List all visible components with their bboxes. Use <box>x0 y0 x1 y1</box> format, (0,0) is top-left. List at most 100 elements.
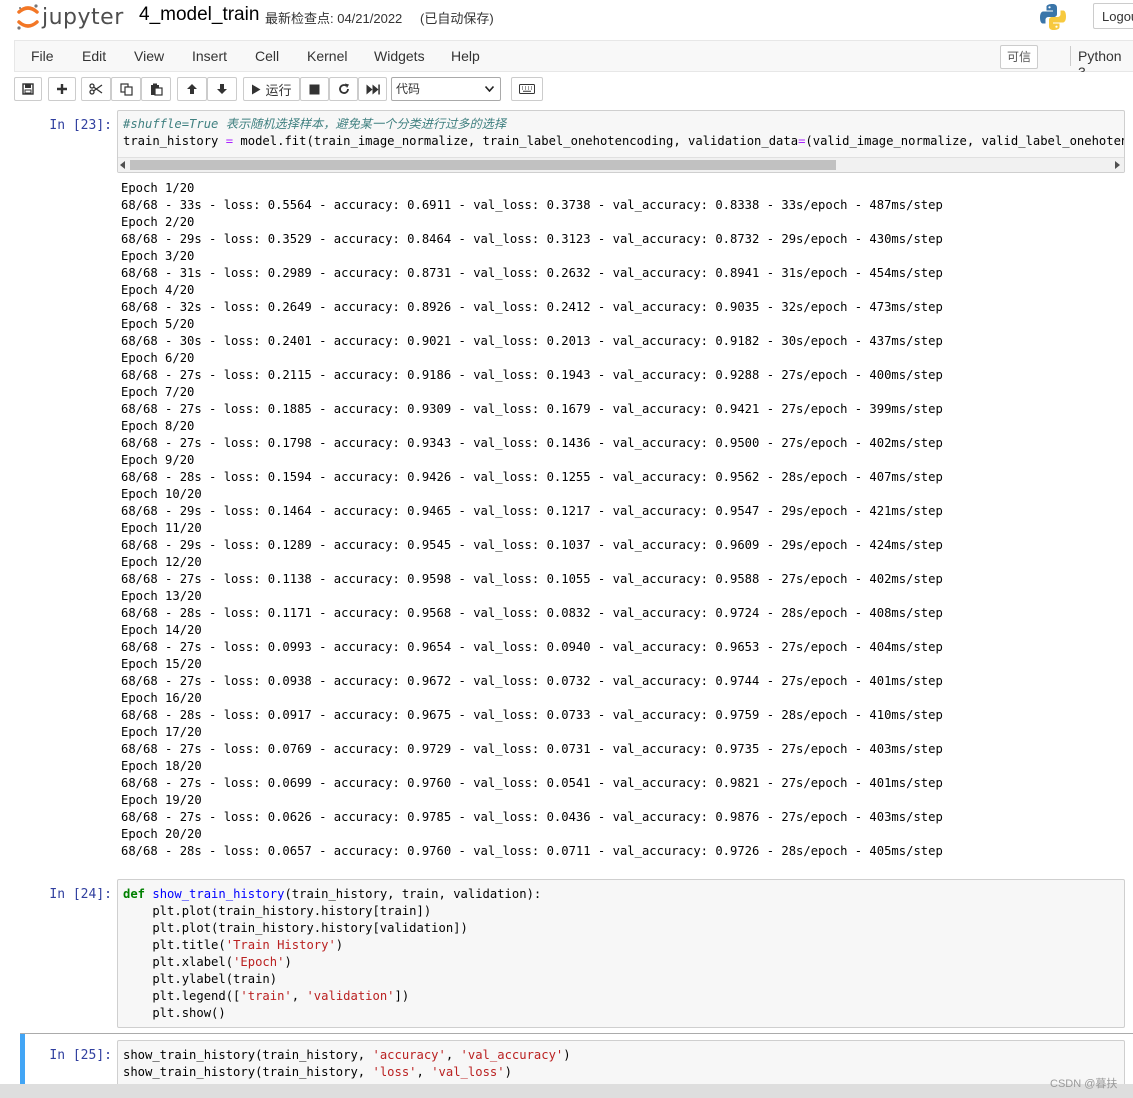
output-line: Epoch 11/20 <box>121 521 202 535</box>
output-line: Epoch 14/20 <box>121 623 202 637</box>
menu-help[interactable]: Help <box>451 48 480 64</box>
output-line: 68/68 - 27s - loss: 0.1138 - accuracy: 0… <box>121 572 943 586</box>
output-line: 68/68 - 29s - loss: 0.3529 - accuracy: 0… <box>121 232 943 246</box>
output-line: 68/68 - 31s - loss: 0.2989 - accuracy: 0… <box>121 266 943 280</box>
run-button[interactable]: 运行 <box>243 77 300 101</box>
menu-kernel[interactable]: Kernel <box>307 48 347 64</box>
cell-23-comment: #shuffle=True 表示随机选择样本，避免某一个分类进行过多的选择 <box>123 117 507 131</box>
arrow-down-icon <box>217 84 227 94</box>
code-legend-suffix: ]) <box>394 989 410 1003</box>
cell-25-line2-prefix: show_train_history(train_history, <box>123 1065 373 1079</box>
output-line: Epoch 1/20 <box>121 181 195 195</box>
output-line: Epoch 9/20 <box>121 453 195 467</box>
kernel-separator <box>1070 46 1071 66</box>
output-line: Epoch 17/20 <box>121 725 202 739</box>
paste-button[interactable] <box>141 77 171 101</box>
jupyter-logo[interactable]: jupyter <box>16 1 124 33</box>
code-legend-string-train: 'train' <box>240 989 292 1003</box>
cell-23-horizontal-scrollbar[interactable] <box>118 157 1124 172</box>
cell-25-input[interactable]: show_train_history(train_history, 'accur… <box>117 1040 1125 1084</box>
cell-23-input[interactable]: #shuffle=True 表示随机选择样本，避免某一个分类进行过多的选择 tr… <box>117 110 1125 173</box>
menu-cell[interactable]: Cell <box>255 48 279 64</box>
save-button[interactable] <box>14 77 42 101</box>
output-line: 68/68 - 27s - loss: 0.0699 - accuracy: 0… <box>121 776 943 790</box>
menu-view[interactable]: View <box>134 48 164 64</box>
cell-type-value: 代码 <box>396 82 421 96</box>
scroll-right-icon[interactable] <box>1114 161 1120 169</box>
output-line: Epoch 7/20 <box>121 385 195 399</box>
cell-25-line1-string1: 'accuracy' <box>372 1048 446 1062</box>
code-legend-string-validation: 'validation' <box>306 989 395 1003</box>
output-line: Epoch 6/20 <box>121 351 195 365</box>
restart-button[interactable] <box>329 77 358 101</box>
output-line: Epoch 13/20 <box>121 589 202 603</box>
output-line: Epoch 2/20 <box>121 215 195 229</box>
play-icon <box>252 84 261 94</box>
output-line: Epoch 19/20 <box>121 793 202 807</box>
menubar: File Edit View Insert Cell Kernel Widget… <box>14 40 1133 80</box>
code-xlabel-string: 'Epoch' <box>233 955 285 969</box>
cell-23-code-a: train_history <box>123 134 226 148</box>
notebook-name[interactable]: 4_model_train <box>139 4 259 26</box>
output-line: 68/68 - 28s - loss: 0.1594 - accuracy: 0… <box>121 470 943 484</box>
code-show-line: plt.show() <box>123 1006 226 1020</box>
move-up-button[interactable] <box>177 77 207 101</box>
restart-run-all-button[interactable] <box>358 77 387 101</box>
arrow-up-icon <box>187 84 197 94</box>
copy-button[interactable] <box>111 77 141 101</box>
cell-24-input[interactable]: def show_train_history(train_history, tr… <box>117 879 1125 1028</box>
command-palette-button[interactable] <box>511 77 543 101</box>
scroll-left-icon[interactable] <box>120 161 126 169</box>
selected-cell-indicator <box>20 1034 25 1084</box>
selected-cell-border <box>20 1033 1133 1034</box>
insert-cell-button[interactable] <box>48 77 76 101</box>
cell-23-output: Epoch 1/20 68/68 - 33s - loss: 0.5564 - … <box>121 180 943 860</box>
scrollbar-thumb[interactable] <box>130 160 836 170</box>
move-down-button[interactable] <box>207 77 237 101</box>
code-legend-prefix: plt.legend([ <box>123 989 241 1003</box>
output-line: 68/68 - 28s - loss: 0.0657 - accuracy: 0… <box>121 844 943 858</box>
trusted-indicator[interactable]: 可信 <box>1000 45 1038 69</box>
output-line: 68/68 - 30s - loss: 0.2401 - accuracy: 0… <box>121 334 943 348</box>
jupyter-logo-icon <box>17 4 39 30</box>
interrupt-button[interactable] <box>300 77 329 101</box>
refresh-icon <box>338 83 349 94</box>
stop-icon <box>309 84 320 94</box>
output-line: 68/68 - 33s - loss: 0.5564 - accuracy: 0… <box>121 198 943 212</box>
bottom-taskbar <box>0 1084 1133 1098</box>
code-ylabel-line: plt.ylabel(train) <box>123 972 278 986</box>
output-line: Epoch 5/20 <box>121 317 195 331</box>
code-legend-mid: , <box>291 989 307 1003</box>
output-line: Epoch 10/20 <box>121 487 202 501</box>
cell-25-line2-string2: 'val_loss' <box>431 1065 505 1079</box>
menu-file[interactable]: File <box>31 48 54 64</box>
scissors-icon <box>89 83 103 95</box>
notebook-header: jupyter 4_model_train 最新检查点: 04/21/2022 … <box>0 0 1133 36</box>
menu-edit[interactable]: Edit <box>82 48 106 64</box>
cell-25-line2-string1: 'loss' <box>372 1065 417 1079</box>
checkpoint-status: 最新检查点: 04/21/2022 <box>265 11 403 26</box>
output-line: 68/68 - 32s - loss: 0.2649 - accuracy: 0… <box>121 300 943 314</box>
code-line: plt.plot(train_history.history[validatio… <box>123 921 468 935</box>
code-xlabel-prefix: plt.xlabel( <box>123 955 234 969</box>
logout-button[interactable]: Logout <box>1093 3 1133 29</box>
output-line: Epoch 4/20 <box>121 283 195 297</box>
output-line: 68/68 - 27s - loss: 0.0938 - accuracy: 0… <box>121 674 943 688</box>
copy-icon <box>119 82 133 96</box>
output-line: 68/68 - 27s - loss: 0.0993 - accuracy: 0… <box>121 640 943 654</box>
autosave-status: (已自动保存) <box>420 11 494 26</box>
save-icon <box>22 83 34 95</box>
jupyter-wordmark: jupyter <box>42 4 124 30</box>
cut-button[interactable] <box>81 77 111 101</box>
output-line: Epoch 18/20 <box>121 759 202 773</box>
notebook-container: In [23]: #shuffle=True 表示随机选择样本，避免某一个分类进… <box>0 108 1133 1084</box>
fast-forward-icon <box>366 84 380 94</box>
watermark: CSDN @暮扶 <box>1050 1078 1118 1090</box>
cell-type-select[interactable]: 代码 <box>391 77 501 101</box>
plus-icon <box>57 84 67 94</box>
menu-insert[interactable]: Insert <box>192 48 227 64</box>
output-line: 68/68 - 28s - loss: 0.0917 - accuracy: 0… <box>121 708 943 722</box>
code-xlabel-suffix: ) <box>284 955 292 969</box>
cell-23-prompt: In [23]: <box>49 118 112 133</box>
menu-widgets[interactable]: Widgets <box>374 48 425 64</box>
